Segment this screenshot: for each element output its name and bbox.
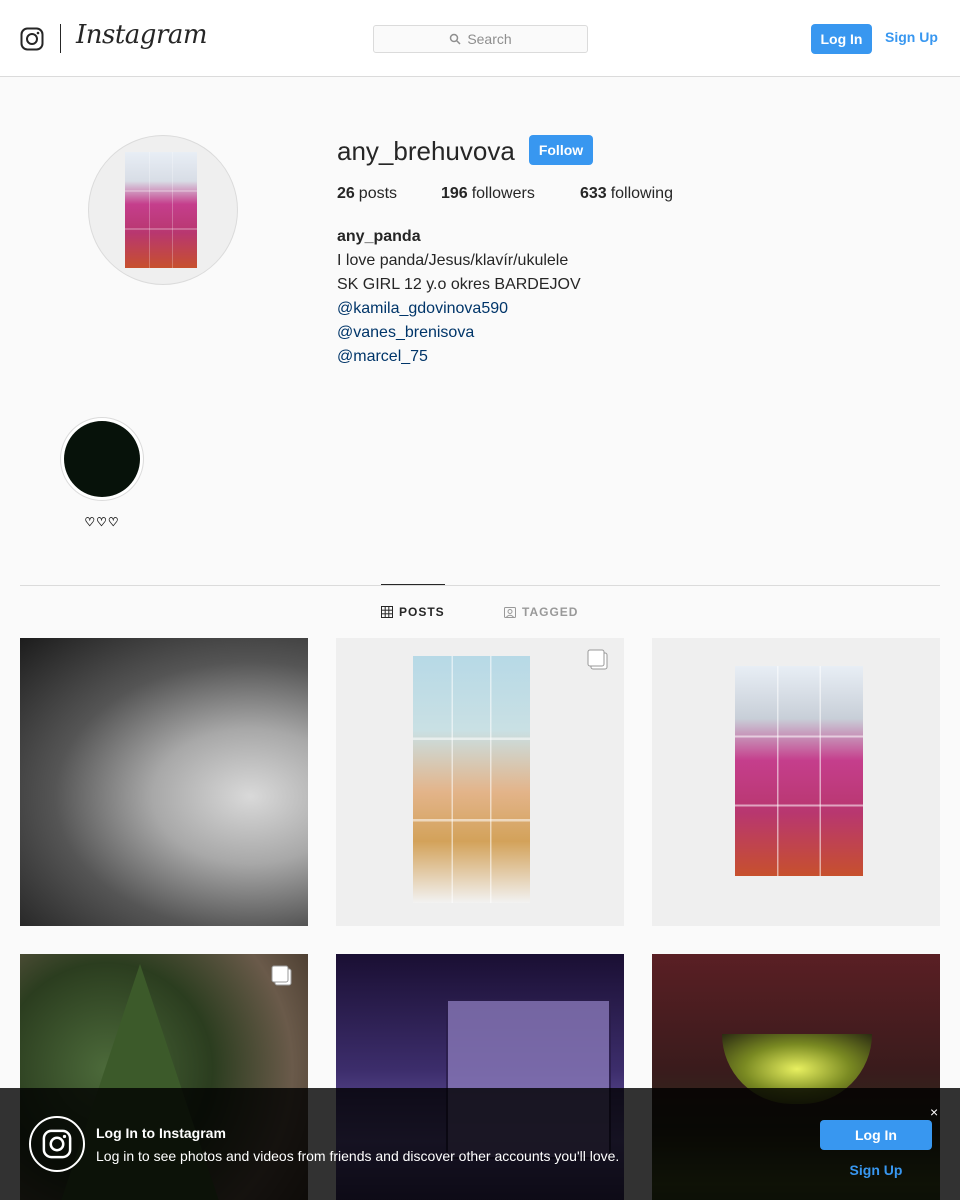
posts-label: posts (358, 185, 398, 202)
avatar-image (125, 152, 197, 268)
tabs-divider (20, 585, 940, 586)
banner-text: Log in to see photos and videos from fri… (96, 1148, 620, 1164)
highlight-cover (64, 421, 140, 497)
tab-label: TAGGED (522, 605, 579, 619)
stat-posts: 26 posts (337, 185, 441, 203)
followers-label: followers (471, 185, 535, 202)
tab-tagged[interactable]: TAGGED (504, 605, 578, 619)
carousel-icon (271, 965, 292, 986)
top-navbar: Instagram Search Log In Sign Up (0, 0, 960, 77)
following-count: 633 (580, 185, 607, 202)
post-image (735, 666, 863, 876)
tag-icon (504, 607, 516, 618)
banner-signup-link[interactable]: Sign Up (820, 1162, 932, 1178)
followers-count: 196 (441, 185, 468, 202)
close-icon[interactable]: × (930, 1104, 938, 1120)
post-thumbnail[interactable] (336, 638, 624, 926)
search-input[interactable]: Search (373, 25, 588, 53)
post-thumbnail[interactable] (20, 638, 308, 926)
tab-posts[interactable]: POSTS (381, 605, 445, 619)
follow-button[interactable]: Follow (529, 135, 593, 165)
story-highlight[interactable] (60, 417, 144, 501)
login-banner: Log In to Instagram Log in to see photos… (0, 1088, 960, 1200)
login-button[interactable]: Log In (811, 24, 872, 54)
signup-link[interactable]: Sign Up (885, 29, 938, 45)
search-icon (450, 33, 461, 45)
post-thumbnail[interactable] (652, 638, 940, 926)
stat-following[interactable]: 633 following (580, 185, 673, 203)
bio-mention-link[interactable]: @kamila_gdovinova590 (337, 297, 581, 321)
bio-mention-link[interactable]: @marcel_75 (337, 345, 581, 369)
banner-title: Log In to Instagram (96, 1125, 226, 1141)
highlight-label: ♡♡♡ (84, 515, 120, 529)
profile-bio: any_panda I love panda/Jesus/klavír/ukul… (337, 225, 581, 369)
instagram-wordmark[interactable]: Instagram (76, 20, 208, 50)
following-label: following (610, 185, 673, 202)
tab-label: POSTS (399, 605, 445, 619)
profile-avatar[interactable] (88, 135, 238, 285)
bio-line: I love panda/Jesus/klavír/ukulele (337, 252, 569, 269)
profile-stats: 26 posts 196 followers 633 following (337, 185, 673, 203)
posts-count: 26 (337, 185, 355, 202)
instagram-logo-icon (29, 1116, 85, 1172)
banner-login-button[interactable]: Log In (820, 1120, 932, 1150)
stat-followers[interactable]: 196 followers (441, 185, 580, 203)
carousel-icon (587, 649, 608, 670)
search-placeholder: Search (467, 31, 512, 47)
post-image (413, 656, 530, 903)
profile-username: any_brehuvova (337, 136, 515, 166)
grid-icon (381, 606, 393, 618)
bio-mention-link[interactable]: @vanes_brenisova (337, 321, 581, 345)
instagram-logo-icon[interactable] (20, 27, 44, 51)
bio-full-name: any_panda (337, 228, 421, 245)
active-tab-indicator (381, 584, 445, 585)
logo-divider (60, 24, 61, 53)
bio-line: SK GIRL 12 y.o okres BARDEJOV (337, 276, 581, 293)
